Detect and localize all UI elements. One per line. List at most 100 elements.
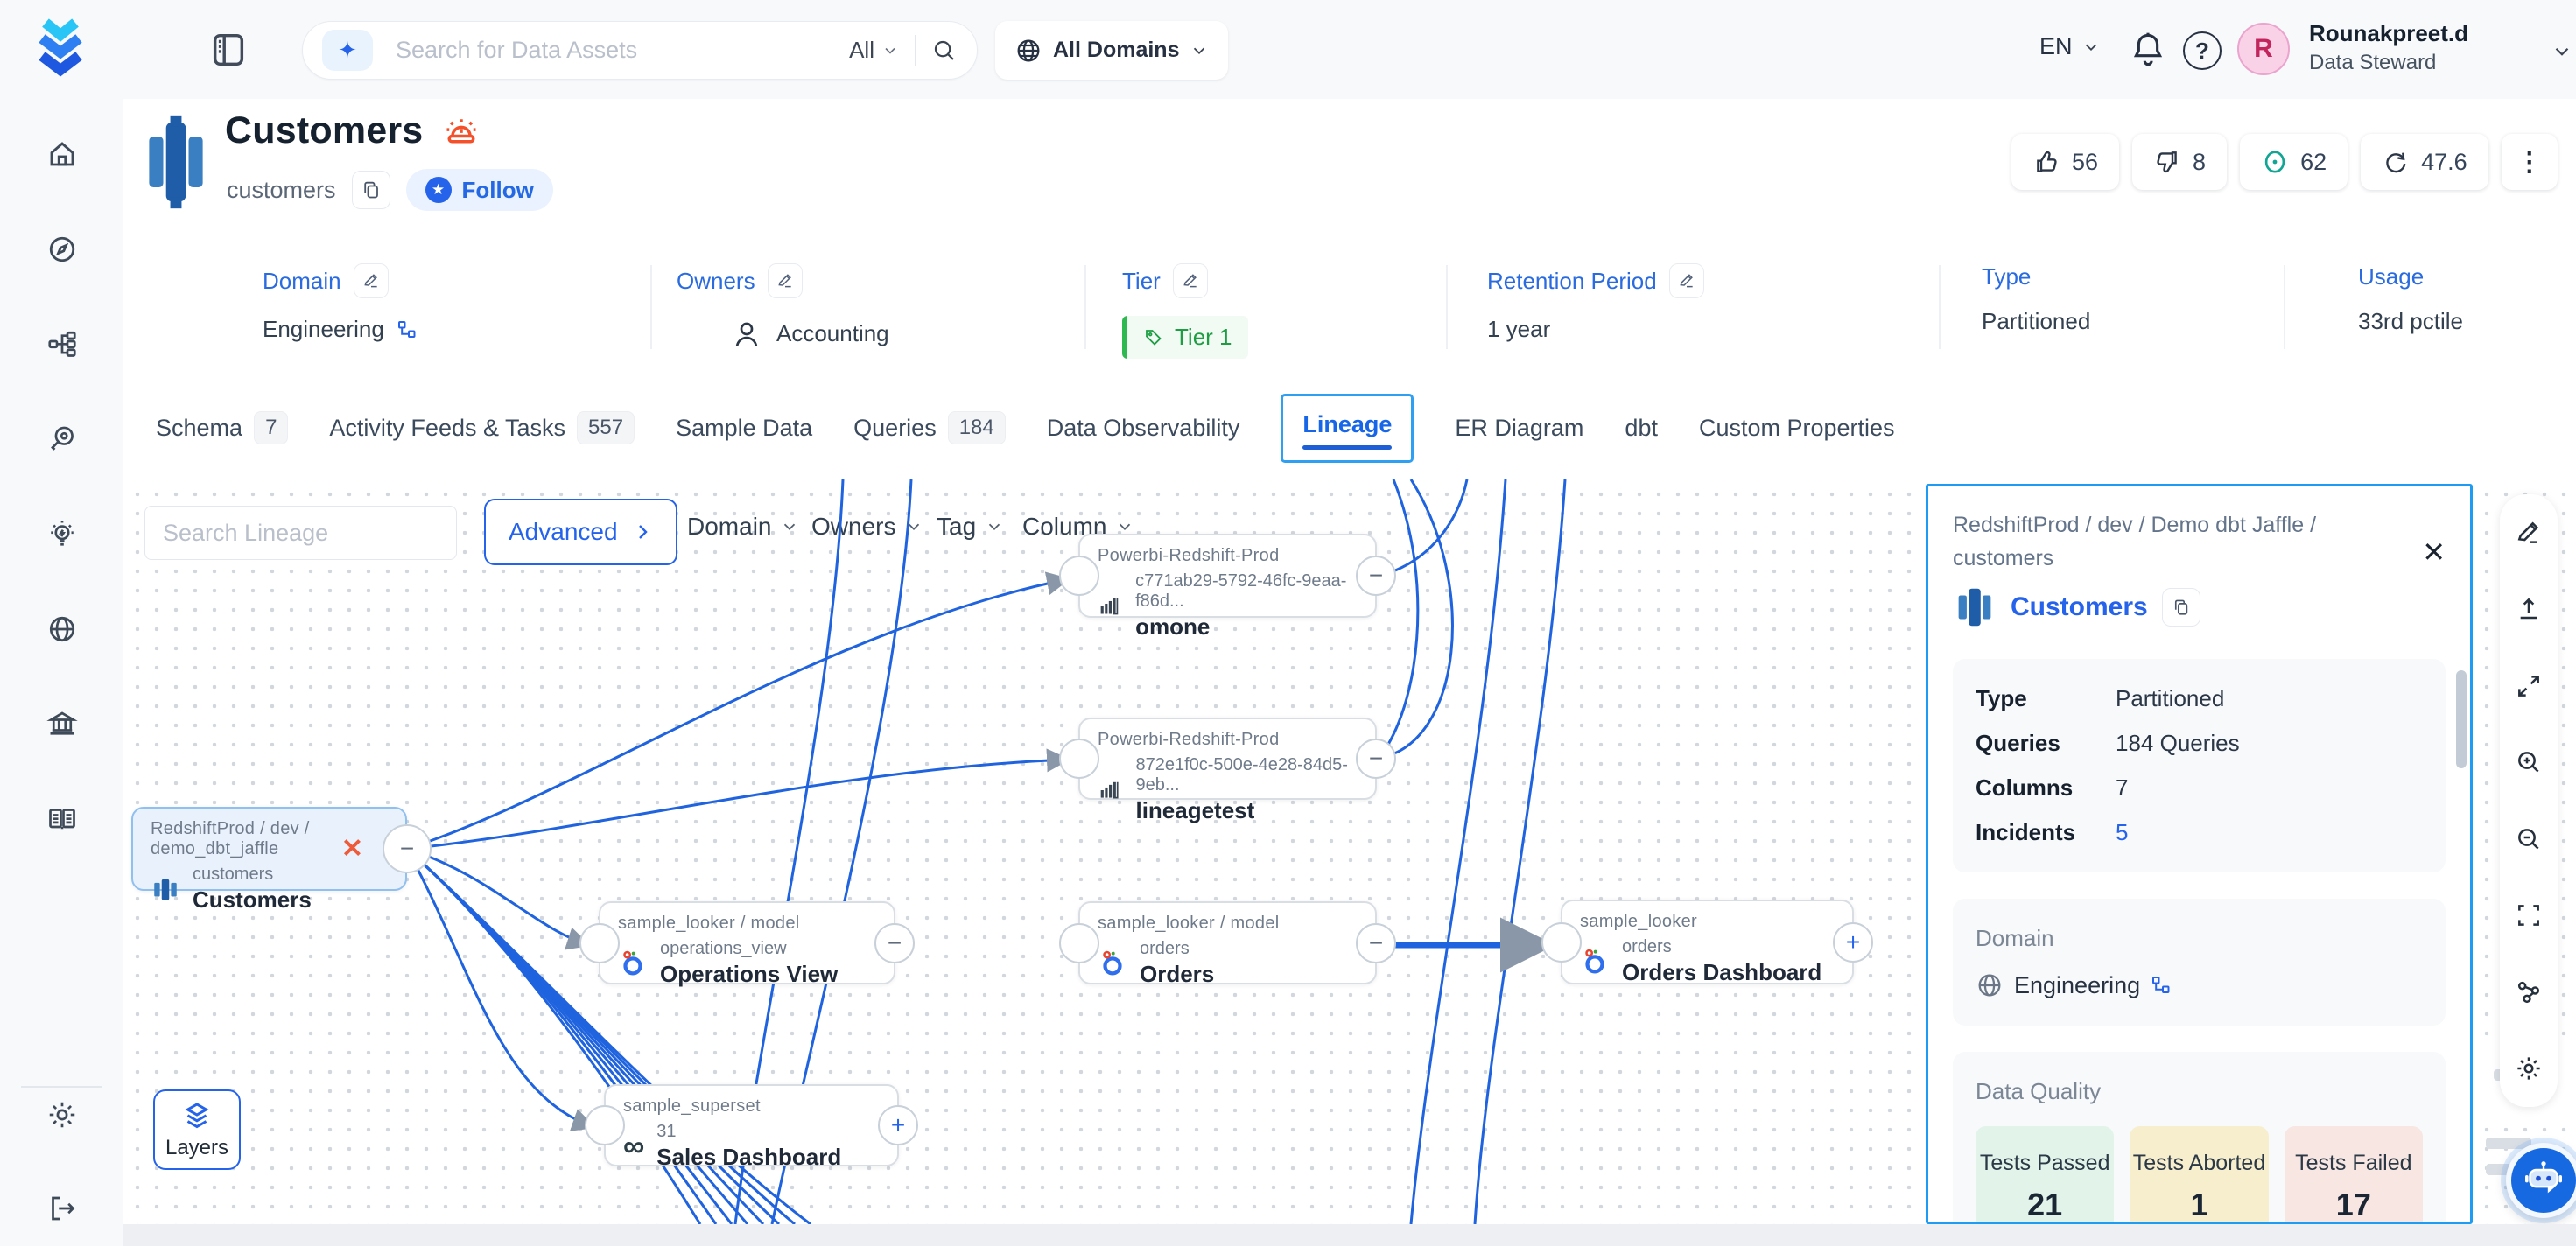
search-icon[interactable] [931, 38, 958, 64]
search-scope-dropdown[interactable]: All [849, 37, 899, 64]
node-expand-handle[interactable]: + [878, 1105, 918, 1145]
node-left-handle[interactable] [585, 1105, 625, 1145]
retention-label[interactable]: Retention Period [1487, 268, 1657, 295]
ai-sparkle-icon[interactable]: ✦ [322, 30, 373, 71]
edit-lineage-icon[interactable] [2515, 519, 2543, 547]
global-search-input[interactable] [396, 37, 849, 64]
tab-activity-feeds[interactable]: Activity Feeds & Tasks557 [329, 411, 635, 444]
sidebar-settings-icon[interactable] [46, 1099, 78, 1130]
tab-data-observability[interactable]: Data Observability [1047, 415, 1240, 442]
close-icon[interactable]: ✕ [2422, 536, 2446, 569]
tab-custom-properties[interactable]: Custom Properties [1699, 415, 1895, 442]
tab-sample-data[interactable]: Sample Data [676, 415, 812, 442]
alert-alarm-icon[interactable] [442, 112, 481, 150]
lineage-node-customers[interactable]: RedshiftProd / dev / demo_dbt_jaffle cus… [131, 807, 407, 891]
owners-label[interactable]: Owners [677, 268, 755, 295]
lineage-search-input[interactable] [163, 520, 473, 547]
follow-button[interactable]: ★ Follow [406, 169, 553, 211]
fullscreen-icon[interactable] [2515, 901, 2543, 929]
node-collapse-handle[interactable]: − [874, 923, 915, 963]
edit-icon[interactable] [1669, 263, 1704, 298]
thumbs-down-icon [2153, 148, 2181, 176]
sidebar-insights-icon[interactable] [46, 519, 78, 550]
panel-entity-link[interactable]: Customers [2011, 592, 2148, 622]
node-left-handle[interactable] [1059, 556, 1099, 596]
user-menu[interactable]: Rounakpreet.d Data Steward [2309, 20, 2468, 75]
node-name: lineagetest [1135, 797, 1358, 824]
advanced-lineage-button[interactable]: Advanced [484, 499, 677, 565]
filter-owners-dropdown[interactable]: Owners [811, 513, 923, 541]
redshift-icon [151, 874, 180, 904]
lineage-node-sales-dashboard[interactable]: sample_superset ∞ 31 Sales Dashboard + [604, 1084, 899, 1166]
lineage-node-orders[interactable]: sample_looker / model orders Orders − [1078, 901, 1377, 984]
rearrange-layout-icon[interactable] [2515, 978, 2543, 1006]
lineage-node-omone[interactable]: Powerbi-Redshift-Prod c771ab29-5792-46fc… [1078, 534, 1377, 618]
edit-icon[interactable] [354, 263, 389, 298]
node-expand-handle[interactable]: + [1833, 922, 1873, 962]
lineage-settings-icon[interactable] [2515, 1054, 2543, 1082]
all-domains-button[interactable]: All Domains [995, 21, 1228, 80]
lineage-node-operations-view[interactable]: sample_looker / model operations_view Op… [599, 901, 895, 984]
node-left-handle[interactable] [579, 923, 620, 963]
language-dropdown[interactable]: EN [2039, 33, 2101, 60]
tier-label[interactable]: Tier [1122, 268, 1161, 295]
node-collapse-handle[interactable]: − [1356, 556, 1396, 596]
node-collapse-handle[interactable]: − [1356, 738, 1396, 779]
lineage-node-orders-dashboard[interactable]: sample_looker orders Orders Dashboard + [1561, 900, 1854, 984]
filter-domain-dropdown[interactable]: Domain [687, 513, 799, 541]
edit-icon[interactable] [768, 263, 803, 298]
tab-lineage[interactable]: Lineage [1281, 394, 1414, 463]
divider [1084, 265, 1086, 349]
sidebar-logout-icon[interactable] [46, 1193, 78, 1224]
panel-scrollbar[interactable] [2456, 670, 2467, 768]
more-options-button[interactable]: ⋮ [2502, 134, 2558, 190]
chevron-down-icon[interactable] [2551, 40, 2573, 63]
sidebar-explore-icon[interactable] [46, 234, 78, 265]
sidebar-lineage-flow-icon[interactable] [46, 328, 78, 360]
zoom-out-icon[interactable] [2515, 825, 2543, 853]
lineage-node-lineagetest[interactable]: Powerbi-Redshift-Prod 872e1f0c-500e-4e28… [1078, 718, 1377, 800]
sidebar-home-icon[interactable] [46, 138, 78, 170]
panel-domain-value[interactable]: Engineering [2014, 972, 2140, 999]
sidebar-domains-icon[interactable] [46, 613, 78, 645]
help-icon[interactable]: ? [2183, 32, 2222, 70]
domain-value[interactable]: Engineering [263, 316, 384, 343]
tab-er-diagram[interactable]: ER Diagram [1455, 415, 1583, 442]
app-logo-icon[interactable] [32, 16, 89, 79]
version-button[interactable]: 47.6 [2361, 134, 2488, 190]
panel-breadcrumb[interactable]: RedshiftProd / dev / Demo dbt Jaffle / c… [1953, 509, 2373, 575]
sidebar-toggle-icon[interactable] [208, 30, 249, 70]
tab-queries[interactable]: Queries184 [853, 411, 1006, 444]
node-left-handle[interactable] [1541, 922, 1582, 962]
copy-icon[interactable] [2162, 588, 2200, 626]
user-avatar[interactable]: R [2237, 23, 2290, 75]
meta-retention: Retention Period 1 year [1487, 263, 1704, 343]
lineage-canvas[interactable]: Advanced Domain Owners Tag Column [123, 480, 2576, 1224]
zoom-in-icon[interactable] [2515, 748, 2543, 776]
tab-schema[interactable]: Schema7 [156, 411, 288, 444]
owners-value[interactable]: Accounting [776, 320, 889, 347]
sidebar-observability-icon[interactable] [46, 424, 78, 455]
chatbot-button[interactable] [2506, 1143, 2576, 1218]
copy-icon[interactable] [352, 171, 390, 209]
layers-button[interactable]: Layers [153, 1089, 241, 1170]
filter-tag-dropdown[interactable]: Tag [937, 513, 1004, 541]
upvote-button[interactable]: 56 [2011, 134, 2119, 190]
downvote-button[interactable]: 8 [2132, 134, 2227, 190]
tier-badge[interactable]: Tier 1 [1122, 316, 1248, 359]
entity-tabs: Schema7 Activity Feeds & Tasks557 Sample… [123, 376, 2576, 480]
sidebar-glossary-icon[interactable] [46, 803, 78, 835]
panel-incidents-link[interactable]: 5 [2116, 819, 2128, 846]
node-left-handle[interactable] [1059, 738, 1099, 779]
node-collapse-handle[interactable]: − [383, 824, 432, 873]
export-icon[interactable] [2515, 595, 2543, 623]
tab-dbt[interactable]: dbt [1625, 415, 1658, 442]
node-left-handle[interactable] [1059, 923, 1099, 963]
edit-icon[interactable] [1173, 263, 1208, 298]
notifications-bell-icon[interactable] [2129, 28, 2167, 70]
watch-button[interactable]: 62 [2240, 134, 2348, 190]
node-collapse-handle[interactable]: − [1356, 923, 1396, 963]
sidebar-govern-icon[interactable] [46, 708, 78, 739]
fit-view-icon[interactable] [2515, 672, 2543, 700]
domain-label[interactable]: Domain [263, 268, 341, 295]
